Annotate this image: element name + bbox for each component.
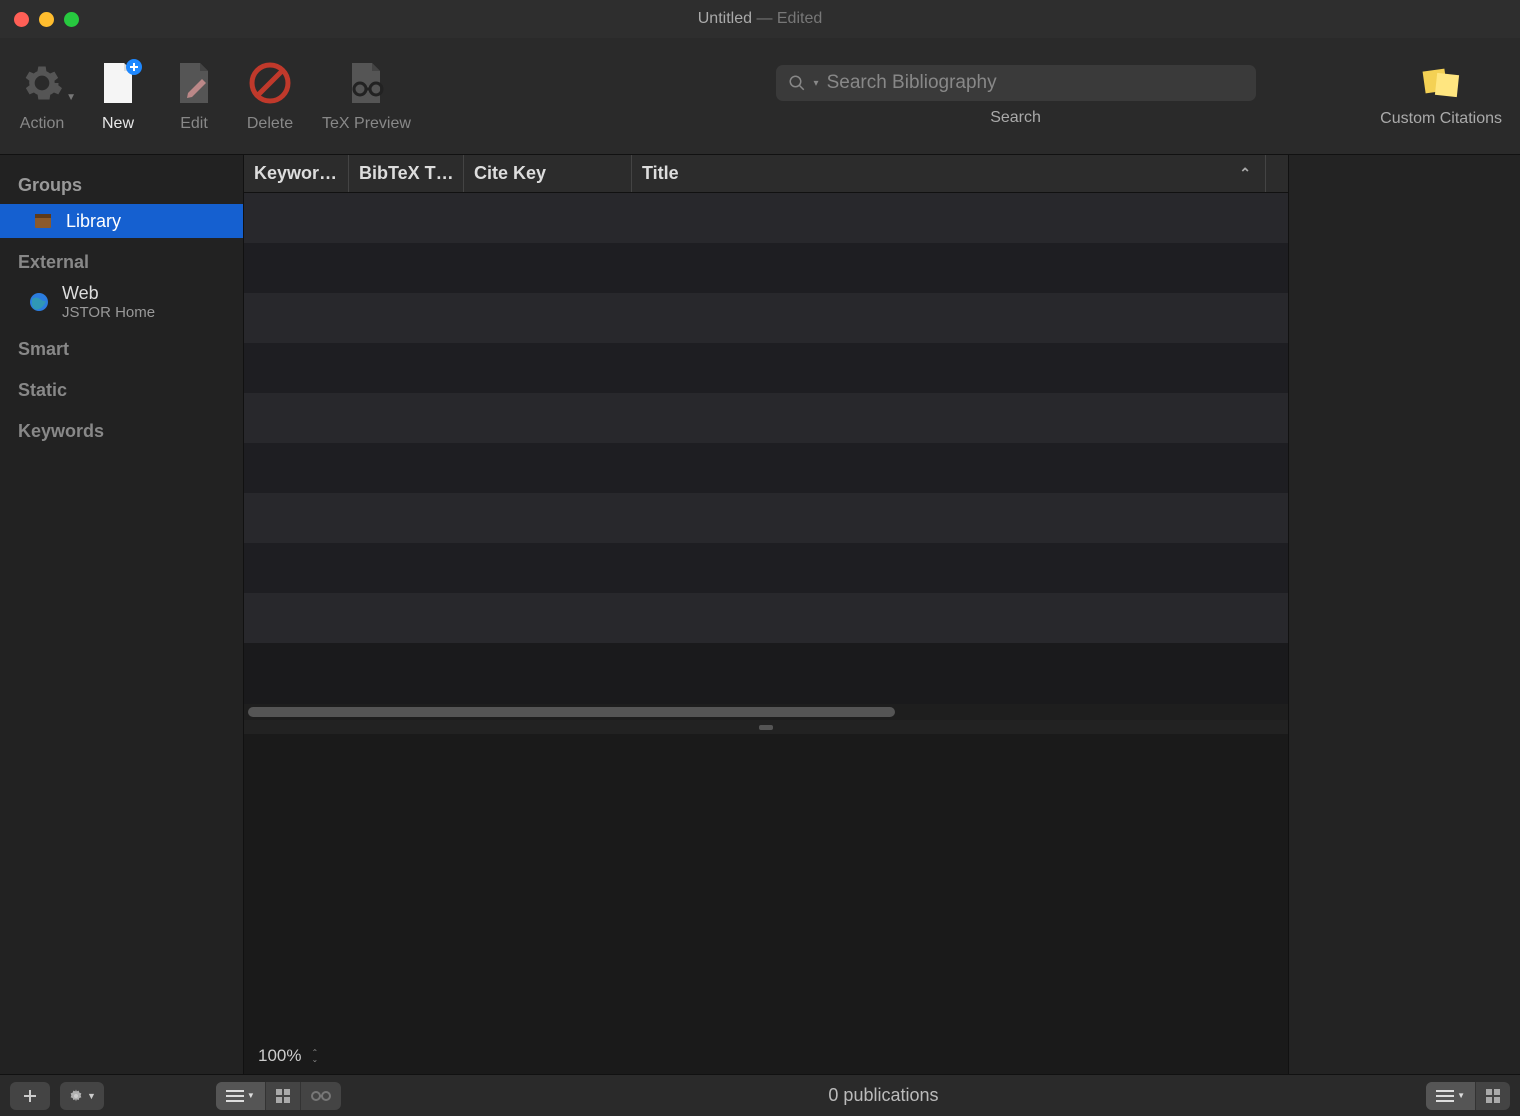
sort-ascending-icon: ⌃ xyxy=(1239,165,1251,182)
minimize-window-button[interactable] xyxy=(39,12,54,27)
grid-icon xyxy=(276,1089,290,1103)
scrollbar-thumb[interactable] xyxy=(248,707,895,717)
right-view-segmented: ▼ xyxy=(1426,1082,1510,1110)
table-body[interactable] xyxy=(244,193,1288,704)
groups-header: Groups xyxy=(0,167,243,204)
edit-button[interactable]: Edit xyxy=(170,59,218,133)
preview-toggle-button[interactable] xyxy=(300,1082,341,1110)
static-header: Static xyxy=(0,366,243,407)
left-view-segmented: ▼ xyxy=(216,1082,341,1110)
col-keywords[interactable]: Keywor… xyxy=(244,155,349,192)
table-row xyxy=(244,243,1288,293)
glasses-small-icon xyxy=(311,1090,331,1102)
chevron-down-icon: ▼ xyxy=(247,1091,255,1100)
smart-header: Smart xyxy=(0,325,243,366)
sidebar-item-library[interactable]: Library xyxy=(0,204,243,238)
globe-icon xyxy=(28,291,50,313)
preview-pane: 100% ⌃ ⌄ xyxy=(244,734,1288,1074)
horizontal-scrollbar[interactable] xyxy=(244,704,1288,720)
col-title[interactable]: Title ⌃ xyxy=(632,155,1266,192)
custom-citations-button[interactable]: Custom Citations xyxy=(1380,64,1502,128)
book-icon xyxy=(32,210,54,232)
edit-icon xyxy=(170,59,218,107)
plus-icon xyxy=(23,1089,37,1103)
table-row xyxy=(244,493,1288,543)
table-row xyxy=(244,293,1288,343)
close-window-button[interactable] xyxy=(14,12,29,27)
status-bar: ▼ ▼ 0 publications ▼ xyxy=(0,1074,1520,1116)
list-view-button[interactable]: ▼ xyxy=(216,1082,265,1110)
title-text: Untitled xyxy=(698,10,752,27)
table-row xyxy=(244,343,1288,393)
search-field[interactable]: ▾ xyxy=(776,65,1256,101)
title-col-label: Title xyxy=(642,163,679,184)
table-row xyxy=(244,393,1288,443)
chevron-down-icon: ▼ xyxy=(1457,1091,1465,1100)
add-button[interactable] xyxy=(10,1082,50,1110)
col-bibtex-type[interactable]: BibTeX T… xyxy=(349,155,464,192)
glasses-icon xyxy=(342,59,390,107)
web-detail: JSTOR Home xyxy=(62,304,155,321)
new-label: New xyxy=(102,115,134,133)
external-header: External xyxy=(0,238,243,279)
web-label: Web xyxy=(62,283,155,304)
list-icon xyxy=(1436,1089,1454,1103)
tex-preview-label: TeX Preview xyxy=(322,115,411,133)
search-label: Search xyxy=(990,109,1041,127)
grid-icon xyxy=(1486,1089,1500,1103)
chevron-down-icon: ⌄ xyxy=(311,1056,318,1063)
right-panel xyxy=(1288,155,1520,1074)
edit-label: Edit xyxy=(180,115,208,133)
dropdown-icon: ▼ xyxy=(66,92,76,103)
list-icon xyxy=(226,1089,244,1103)
action-label: Action xyxy=(20,115,64,133)
table-header: Keywor… BibTeX T… Cite Key Title ⌃ xyxy=(244,155,1288,193)
delete-label: Delete xyxy=(247,115,293,133)
gear-icon: ▼ xyxy=(18,59,66,107)
right-grid-view-button[interactable] xyxy=(1475,1082,1510,1110)
search-input[interactable] xyxy=(827,72,1244,94)
citations-label: Custom Citations xyxy=(1380,110,1502,128)
gear-icon xyxy=(68,1088,84,1104)
fullscreen-window-button[interactable] xyxy=(64,12,79,27)
main-panel: Keywor… BibTeX T… Cite Key Title ⌃ xyxy=(244,155,1288,1074)
delete-button[interactable]: Delete xyxy=(246,59,294,133)
sidebar: Groups Library External Web JSTOR Home S… xyxy=(0,155,244,1074)
grid-view-button[interactable] xyxy=(265,1082,300,1110)
new-doc-icon xyxy=(94,59,142,107)
col-cite-key[interactable]: Cite Key xyxy=(464,155,632,192)
search-icon xyxy=(788,74,806,92)
sticky-notes-icon xyxy=(1420,64,1462,102)
keywords-header: Keywords xyxy=(0,407,243,448)
table-row xyxy=(244,443,1288,493)
publication-count: 0 publications xyxy=(341,1085,1426,1106)
sidebar-item-web[interactable]: Web JSTOR Home xyxy=(0,279,243,325)
toolbar: ▼ Action New Edit Delete TeX Preview ▾ xyxy=(0,38,1520,155)
tex-preview-button[interactable]: TeX Preview xyxy=(322,59,411,133)
grip-icon xyxy=(759,725,773,730)
new-button[interactable]: New xyxy=(94,59,142,133)
search-options-icon[interactable]: ▾ xyxy=(814,78,819,89)
chevron-down-icon: ▼ xyxy=(87,1091,96,1101)
zoom-control[interactable]: 100% ⌃ ⌄ xyxy=(258,1046,318,1066)
titlebar: Untitled — Edited xyxy=(0,0,1520,38)
window-title: Untitled — Edited xyxy=(698,10,823,28)
right-list-view-button[interactable]: ▼ xyxy=(1426,1082,1475,1110)
table-row xyxy=(244,593,1288,643)
pane-splitter[interactable] xyxy=(244,720,1288,734)
edited-indicator: — Edited xyxy=(752,10,822,27)
zoom-value: 100% xyxy=(258,1046,301,1066)
settings-menu-button[interactable]: ▼ xyxy=(60,1082,104,1110)
traffic-lights xyxy=(14,12,79,27)
library-label: Library xyxy=(66,211,121,232)
table-row xyxy=(244,543,1288,593)
delete-icon xyxy=(246,59,294,107)
search-section: ▾ Search xyxy=(679,65,1352,127)
table-row xyxy=(244,193,1288,243)
col-overflow[interactable] xyxy=(1266,155,1288,192)
zoom-stepper[interactable]: ⌃ ⌄ xyxy=(311,1049,318,1063)
action-button[interactable]: ▼ Action xyxy=(18,59,66,133)
